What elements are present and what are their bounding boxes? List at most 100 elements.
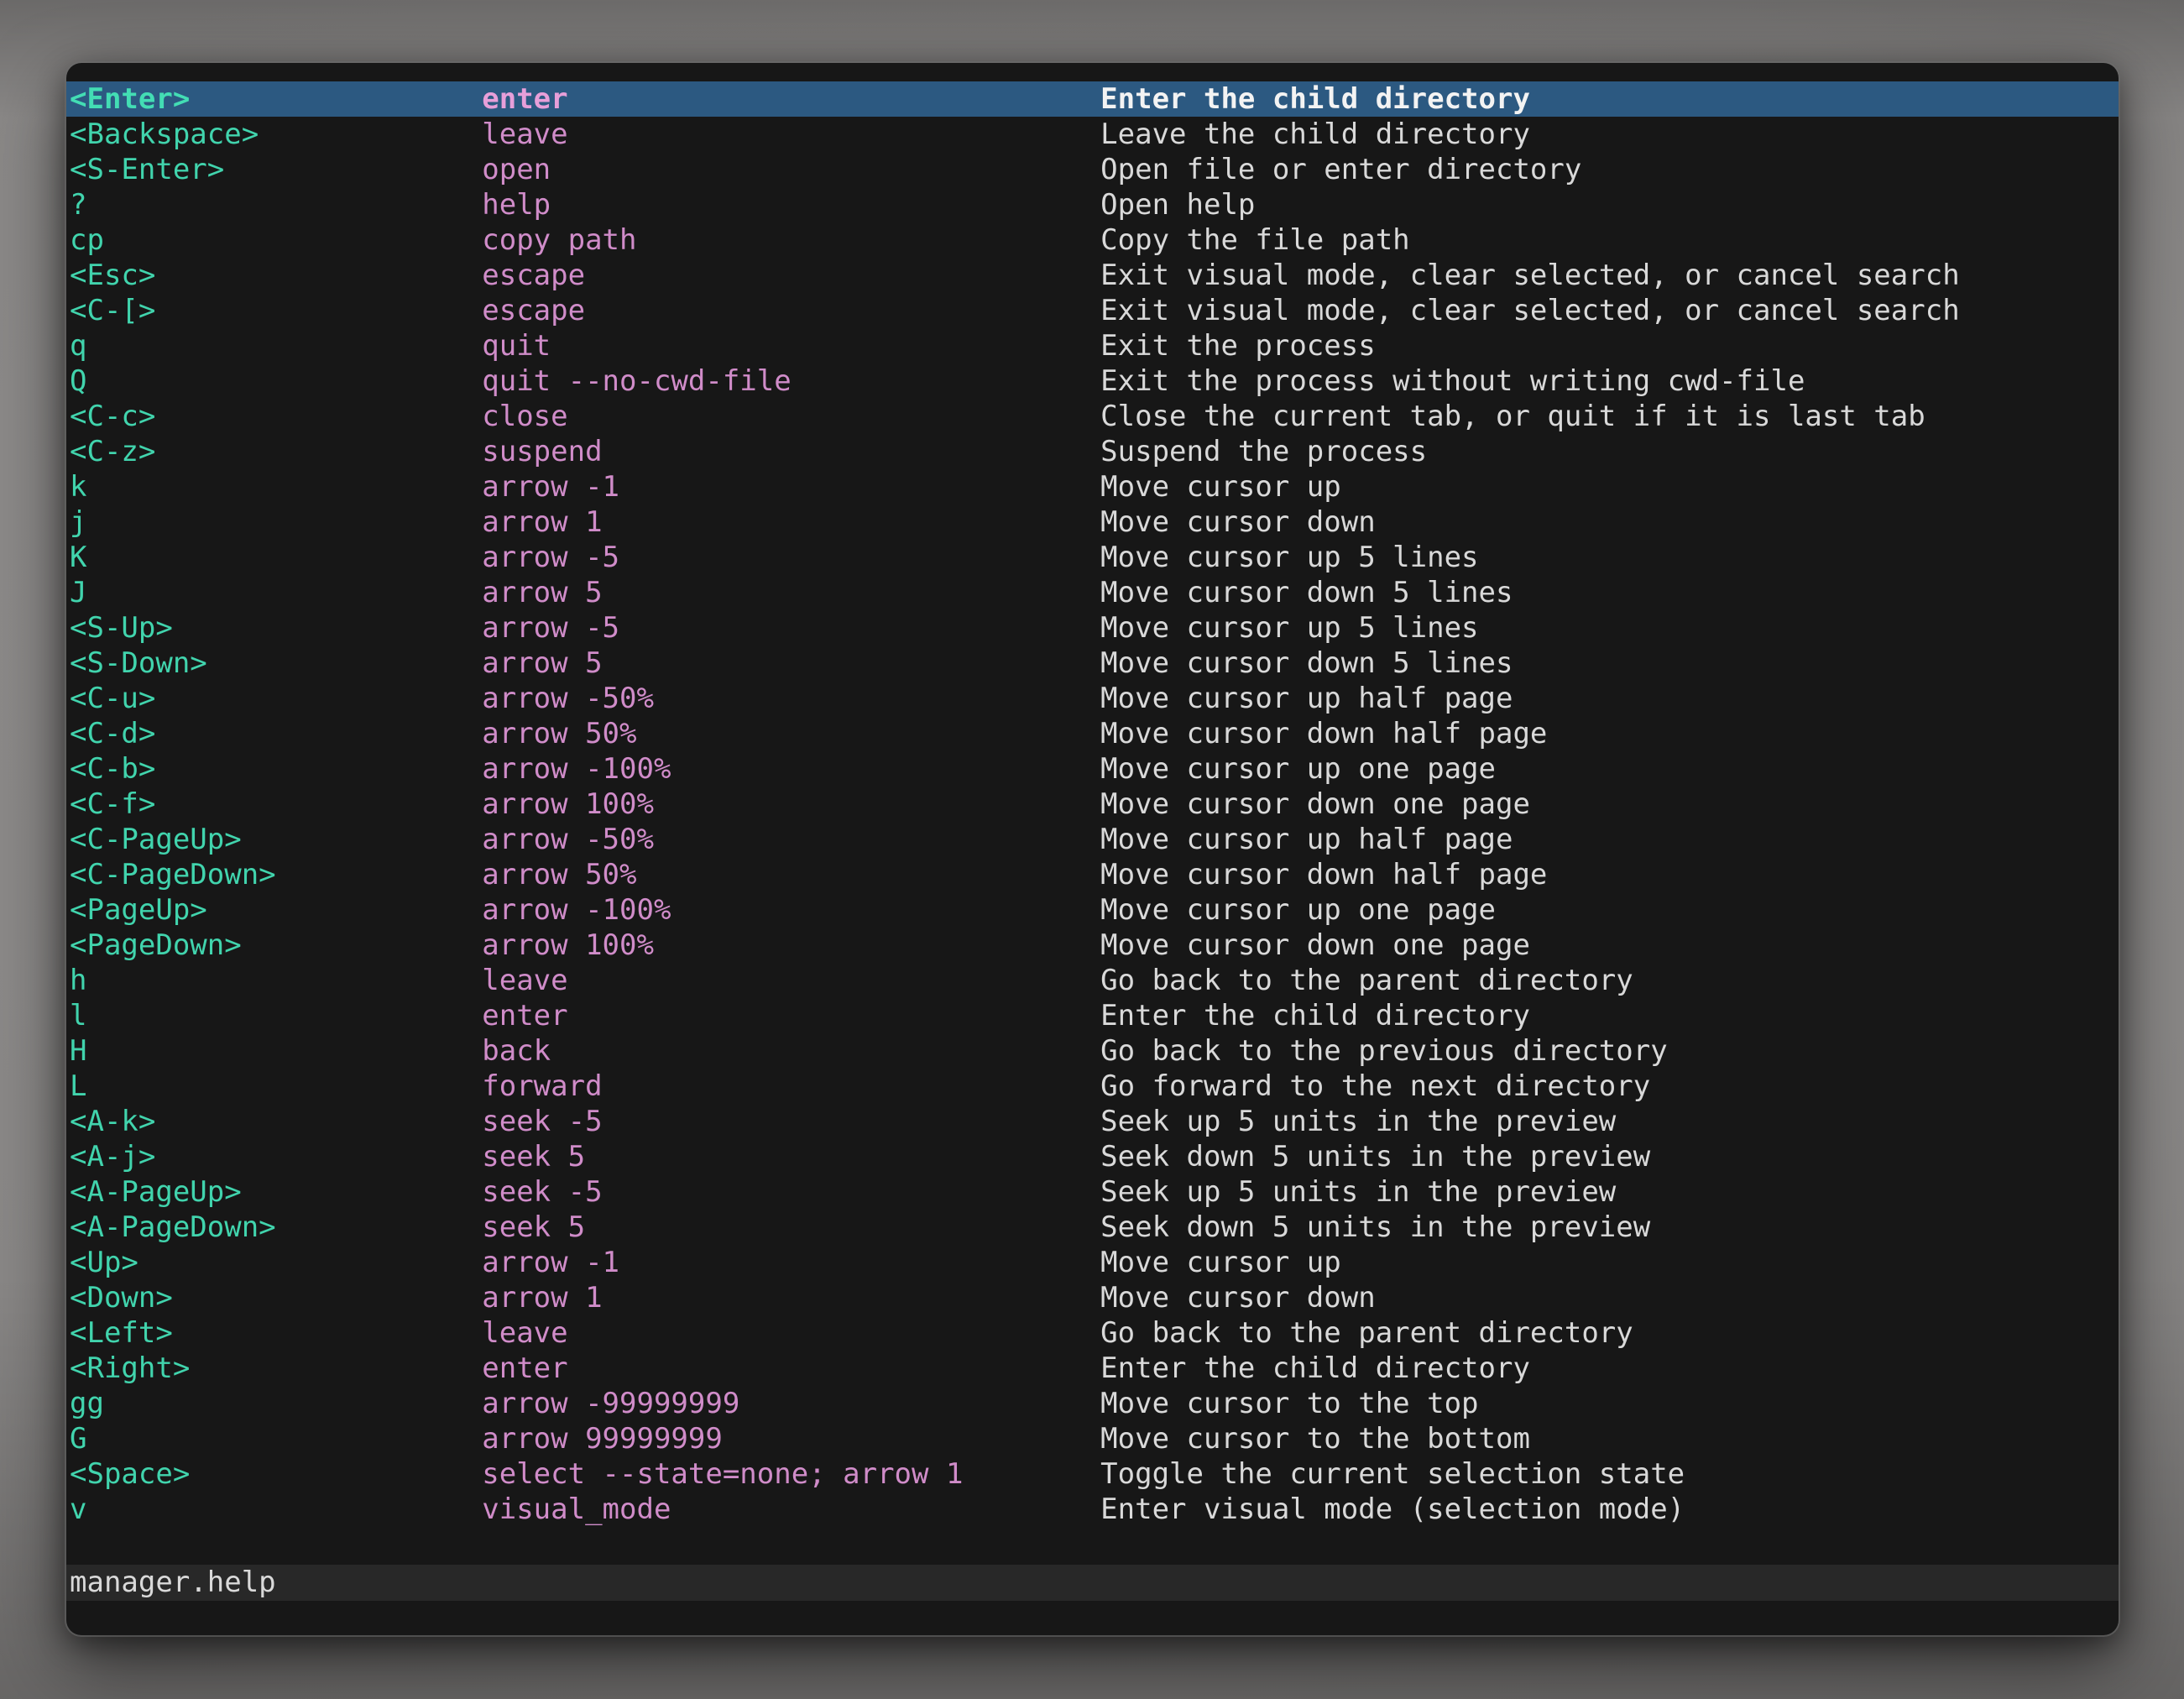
description-cell: Move cursor up half page bbox=[1100, 681, 2119, 716]
keybinding-row[interactable]: J arrow 5 Move cursor down 5 lines bbox=[66, 575, 2119, 610]
keybinding-row[interactable]: <PageDown> arrow 100% Move cursor down o… bbox=[66, 928, 2119, 963]
keybinding-row[interactable]: v visual_mode Enter visual mode (selecti… bbox=[66, 1492, 2119, 1527]
description-cell: Go back to the parent directory bbox=[1100, 963, 2119, 998]
key-cell: <Left> bbox=[70, 1315, 482, 1351]
keybinding-row[interactable]: <C-PageDown> arrow 50% Move cursor down … bbox=[66, 857, 2119, 892]
key-cell: v bbox=[70, 1492, 482, 1527]
key-cell: ? bbox=[70, 187, 482, 222]
description-cell: Move cursor up bbox=[1100, 469, 2119, 504]
command-cell: leave bbox=[482, 1315, 1100, 1351]
keybinding-row[interactable]: Q quit --no-cwd-file Exit the process wi… bbox=[66, 363, 2119, 399]
keybinding-row[interactable]: <A-PageUp> seek -5 Seek up 5 units in th… bbox=[66, 1174, 2119, 1210]
keybinding-row[interactable]: <A-k> seek -5 Seek up 5 units in the pre… bbox=[66, 1104, 2119, 1139]
key-cell: j bbox=[70, 504, 482, 540]
description-cell: Seek down 5 units in the preview bbox=[1100, 1210, 2119, 1245]
key-cell: <C-c> bbox=[70, 399, 482, 434]
keybinding-row[interactable]: <Backspace> leave Leave the child direct… bbox=[66, 117, 2119, 152]
command-cell: leave bbox=[482, 117, 1100, 152]
key-cell: <S-Enter> bbox=[70, 152, 482, 187]
keybinding-row[interactable]: gg arrow -99999999 Move cursor to the to… bbox=[66, 1386, 2119, 1421]
keybinding-row[interactable]: K arrow -5 Move cursor up 5 lines bbox=[66, 540, 2119, 575]
key-cell: <Space> bbox=[70, 1456, 482, 1492]
description-cell: Go back to the parent directory bbox=[1100, 1315, 2119, 1351]
description-cell: Move cursor up 5 lines bbox=[1100, 540, 2119, 575]
command-cell: arrow 5 bbox=[482, 575, 1100, 610]
keybinding-row[interactable]: <A-PageDown> seek 5 Seek down 5 units in… bbox=[66, 1210, 2119, 1245]
keybinding-row[interactable]: l enter Enter the child directory bbox=[66, 998, 2119, 1033]
key-cell: <S-Down> bbox=[70, 646, 482, 681]
command-cell: enter bbox=[482, 1351, 1100, 1386]
keybinding-row[interactable]: <C-z> suspend Suspend the process bbox=[66, 434, 2119, 469]
key-cell: <C-d> bbox=[70, 716, 482, 751]
command-cell: arrow 1 bbox=[482, 1280, 1100, 1315]
command-cell: copy path bbox=[482, 222, 1100, 258]
description-cell: Exit visual mode, clear selected, or can… bbox=[1100, 293, 2119, 328]
description-cell: Go back to the previous directory bbox=[1100, 1033, 2119, 1069]
command-cell: close bbox=[482, 399, 1100, 434]
key-cell: <C-PageUp> bbox=[70, 822, 482, 857]
key-cell: <C-z> bbox=[70, 434, 482, 469]
key-cell: <Esc> bbox=[70, 258, 482, 293]
description-cell: Move cursor down one page bbox=[1100, 928, 2119, 963]
keybinding-row[interactable]: L forward Go forward to the next directo… bbox=[66, 1069, 2119, 1104]
keybinding-row[interactable]: <C-[> escape Exit visual mode, clear sel… bbox=[66, 293, 2119, 328]
description-cell: Enter visual mode (selection mode) bbox=[1100, 1492, 2119, 1527]
key-cell: <A-PageUp> bbox=[70, 1174, 482, 1210]
keybinding-row[interactable]: <A-j> seek 5 Seek down 5 units in the pr… bbox=[66, 1139, 2119, 1174]
description-cell: Move cursor up bbox=[1100, 1245, 2119, 1280]
keybinding-row[interactable]: cp copy path Copy the file path bbox=[66, 222, 2119, 258]
command-cell: arrow -100% bbox=[482, 751, 1100, 787]
command-cell: back bbox=[482, 1033, 1100, 1069]
key-cell: <C-PageDown> bbox=[70, 857, 482, 892]
key-cell: <Right> bbox=[70, 1351, 482, 1386]
description-cell: Go forward to the next directory bbox=[1100, 1069, 2119, 1104]
keybinding-row[interactable]: j arrow 1 Move cursor down bbox=[66, 504, 2119, 540]
key-cell: <Up> bbox=[70, 1245, 482, 1280]
command-cell: quit bbox=[482, 328, 1100, 363]
keybinding-row[interactable]: <Up> arrow -1 Move cursor up bbox=[66, 1245, 2119, 1280]
keybinding-row[interactable]: <Down> arrow 1 Move cursor down bbox=[66, 1280, 2119, 1315]
keybinding-row[interactable]: <Esc> escape Exit visual mode, clear sel… bbox=[66, 258, 2119, 293]
description-cell: Exit visual mode, clear selected, or can… bbox=[1100, 258, 2119, 293]
key-cell: cp bbox=[70, 222, 482, 258]
keybinding-row[interactable]: q quit Exit the process bbox=[66, 328, 2119, 363]
command-cell: quit --no-cwd-file bbox=[482, 363, 1100, 399]
keybinding-row[interactable]: <S-Up> arrow -5 Move cursor up 5 lines bbox=[66, 610, 2119, 646]
keybinding-row[interactable]: ? help Open help bbox=[66, 187, 2119, 222]
keybinding-row[interactable]: G arrow 99999999 Move cursor to the bott… bbox=[66, 1421, 2119, 1456]
keybinding-row[interactable]: <Right> enter Enter the child directory bbox=[66, 1351, 2119, 1386]
command-cell: arrow 99999999 bbox=[482, 1421, 1100, 1456]
key-cell: <C-f> bbox=[70, 787, 482, 822]
description-cell: Leave the child directory bbox=[1100, 117, 2119, 152]
keybinding-row[interactable]: <S-Enter> open Open file or enter direct… bbox=[66, 152, 2119, 187]
keybinding-row[interactable]: <S-Down> arrow 5 Move cursor down 5 line… bbox=[66, 646, 2119, 681]
command-cell: arrow 1 bbox=[482, 504, 1100, 540]
keybinding-row[interactable]: <Space> select --state=none; arrow 1 Tog… bbox=[66, 1456, 2119, 1492]
command-cell: arrow -50% bbox=[482, 681, 1100, 716]
keybinding-row[interactable]: <C-b> arrow -100% Move cursor up one pag… bbox=[66, 751, 2119, 787]
key-cell: <C-u> bbox=[70, 681, 482, 716]
keybinding-row[interactable]: k arrow -1 Move cursor up bbox=[66, 469, 2119, 504]
command-cell: arrow -1 bbox=[482, 1245, 1100, 1280]
keybinding-row[interactable]: h leave Go back to the parent directory bbox=[66, 963, 2119, 998]
description-cell: Seek up 5 units in the preview bbox=[1100, 1104, 2119, 1139]
key-cell: <S-Up> bbox=[70, 610, 482, 646]
command-cell: open bbox=[482, 152, 1100, 187]
keybinding-row[interactable]: <C-u> arrow -50% Move cursor up half pag… bbox=[66, 681, 2119, 716]
command-cell: arrow 100% bbox=[482, 787, 1100, 822]
description-cell: Suspend the process bbox=[1100, 434, 2119, 469]
keybinding-row[interactable]: <C-c> close Close the current tab, or qu… bbox=[66, 399, 2119, 434]
keybinding-row[interactable]: <PageUp> arrow -100% Move cursor up one … bbox=[66, 892, 2119, 928]
command-cell: arrow 50% bbox=[482, 857, 1100, 892]
keybinding-row[interactable]: H back Go back to the previous directory bbox=[66, 1033, 2119, 1069]
command-cell: seek -5 bbox=[482, 1174, 1100, 1210]
command-cell: select --state=none; arrow 1 bbox=[482, 1456, 1100, 1492]
command-cell: enter bbox=[482, 81, 1100, 117]
command-cell: arrow -5 bbox=[482, 540, 1100, 575]
command-cell: suspend bbox=[482, 434, 1100, 469]
keybinding-row[interactable]: <C-d> arrow 50% Move cursor down half pa… bbox=[66, 716, 2119, 751]
keybinding-row[interactable]: <C-f> arrow 100% Move cursor down one pa… bbox=[66, 787, 2119, 822]
keybinding-row[interactable]: <Left> leave Go back to the parent direc… bbox=[66, 1315, 2119, 1351]
keybinding-row[interactable]: <Enter> enter Enter the child directory bbox=[66, 81, 2119, 117]
keybinding-row[interactable]: <C-PageUp> arrow -50% Move cursor up hal… bbox=[66, 822, 2119, 857]
